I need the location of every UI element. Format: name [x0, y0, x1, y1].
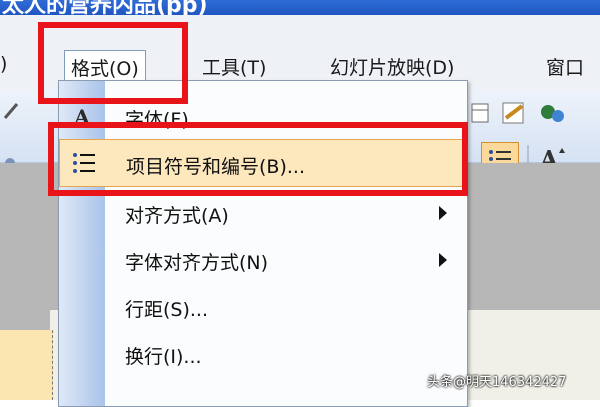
menu-item-tools[interactable]: 工具(T): [202, 53, 266, 80]
chart-edit-icon[interactable]: [498, 98, 532, 128]
menu-item-line-spacing-label: 行距(S)...: [125, 299, 209, 321]
hyperlink-icon[interactable]: [536, 98, 570, 128]
submenu-arrow-icon: [439, 206, 447, 220]
menu-item-window[interactable]: 窗口: [546, 53, 584, 80]
annotation-box-format-menu: [38, 22, 188, 104]
slide-thumbnail-strip[interactable]: [0, 330, 53, 400]
menu-item-font-alignment-label: 字体对齐方式(N): [125, 252, 269, 274]
insert-table-icon[interactable]: [468, 98, 494, 128]
toolbar-edge-icon[interactable]: [0, 98, 22, 124]
menu-item-alignment-label: 对齐方式(A): [125, 205, 229, 227]
watermark: 头条@明天146342427: [427, 375, 567, 390]
window-title: 太人的营养内品(pp): [2, 0, 208, 15]
menu-item-slideshow[interactable]: 幻灯片放映(D): [330, 53, 454, 80]
menu-item-line-break-label: 换行(I)...: [125, 346, 202, 368]
menu-item-line-spacing[interactable]: 行距(S)...: [59, 285, 467, 329]
menu-item-prev[interactable]: ): [0, 53, 7, 75]
menu-item-line-break[interactable]: 换行(I)...: [59, 332, 467, 376]
menu-item-font-alignment[interactable]: 字体对齐方式(N): [59, 238, 467, 282]
annotation-box-bullets-item: [48, 122, 468, 196]
title-bar: 太人的营养内品(pp): [0, 0, 600, 15]
submenu-arrow-icon: [439, 253, 447, 267]
menu-item-alignment[interactable]: 对齐方式(A): [59, 191, 467, 235]
